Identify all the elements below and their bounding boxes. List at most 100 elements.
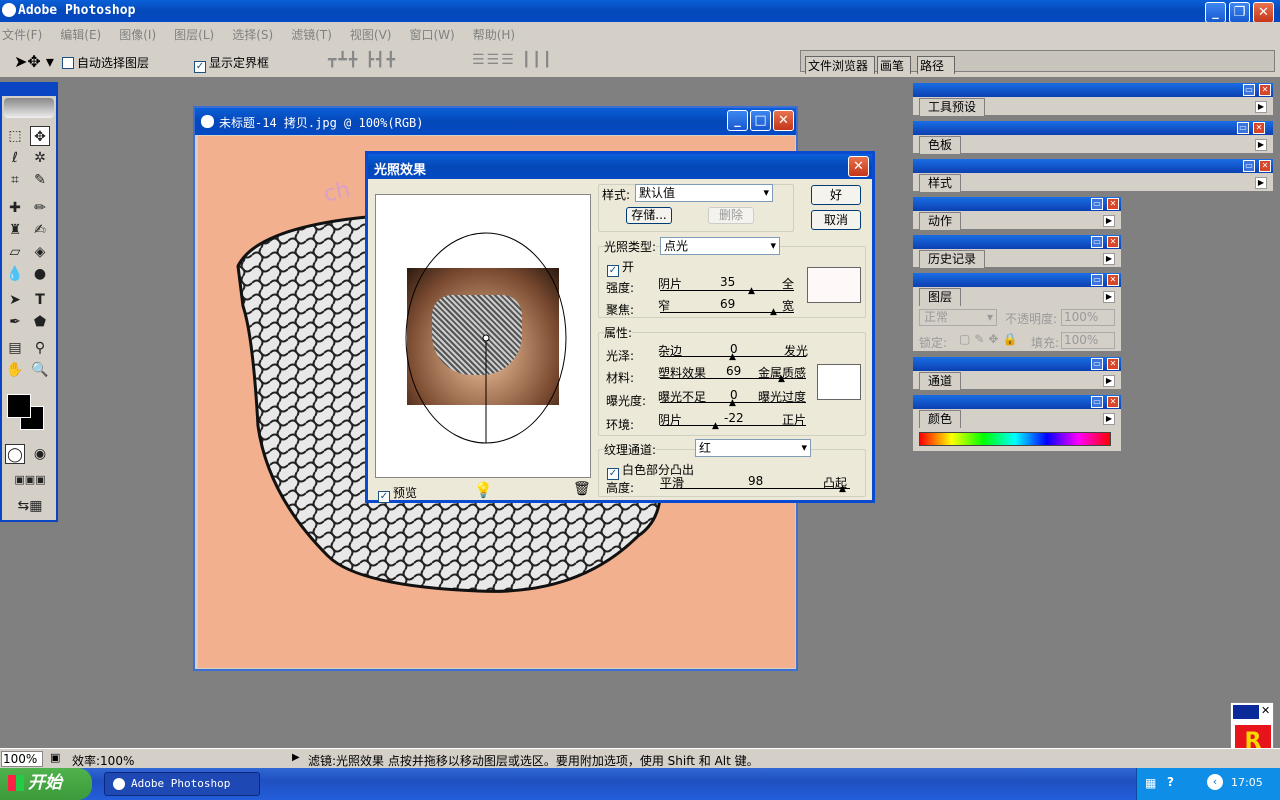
keyboard-icon[interactable]: ▦ xyxy=(1145,776,1156,790)
menu-edit[interactable]: 编辑(E) xyxy=(60,26,101,43)
save-button[interactable]: 存储... xyxy=(626,207,672,224)
type-tool-icon[interactable]: T xyxy=(30,290,50,310)
doc-minimize-button[interactable]: _ xyxy=(727,110,748,131)
pen-tool-icon[interactable]: ✒ xyxy=(5,312,25,332)
menu-view[interactable]: 视图(V) xyxy=(350,26,392,43)
panel-menu-arrow-icon[interactable]: ▶ xyxy=(1255,139,1267,151)
exposure-slider-thumb[interactable]: ▲ xyxy=(729,398,736,408)
status-arrow-icon[interactable]: ▶ xyxy=(292,752,300,763)
taskbar-photoshop-button[interactable]: Adobe Photoshop xyxy=(104,772,260,796)
brush-tool-icon[interactable]: ✏ xyxy=(30,198,50,218)
panel-menu-arrow-icon[interactable]: ▶ xyxy=(1103,375,1115,387)
tab-styles[interactable]: 样式 xyxy=(919,174,962,192)
blend-mode-select[interactable]: 正常 ▾ xyxy=(919,309,997,326)
zoom-tool-icon[interactable]: 🔍 xyxy=(30,360,50,380)
panel-close-icon[interactable]: ✕ xyxy=(1107,198,1119,210)
slice-tool-icon[interactable]: ✎ xyxy=(30,170,50,190)
height-slider-thumb[interactable]: ▲ xyxy=(839,484,846,494)
shape-tool-icon[interactable]: ⬟ xyxy=(30,312,50,332)
ambience-slider[interactable] xyxy=(660,425,806,426)
tray-expand-icon[interactable]: ‹ xyxy=(1207,774,1223,790)
panel-menu-arrow-icon[interactable]: ▶ xyxy=(1103,413,1115,425)
tab-swatches[interactable]: 色板 xyxy=(919,136,962,154)
light-on-check[interactable]: ✓ xyxy=(607,265,619,277)
blur-tool-icon[interactable]: 💧 xyxy=(5,264,25,284)
cancel-button[interactable]: 取消 xyxy=(811,210,861,230)
show-bounds-check[interactable]: ✓ xyxy=(194,61,206,73)
panel-close-icon[interactable]: ✕ xyxy=(1253,122,1265,134)
path-select-icon[interactable]: ➤ xyxy=(5,290,25,310)
show-bounds-checkbox[interactable]: ✓ 显示定界框 xyxy=(194,54,269,73)
lock-icons[interactable]: ▢✎✥🔒 xyxy=(959,332,1021,346)
panel-minimize-icon[interactable]: ▭ xyxy=(1091,396,1103,408)
intensity-slider[interactable] xyxy=(660,290,794,291)
ok-button[interactable]: 好 xyxy=(811,185,861,205)
magic-wand-icon[interactable]: ✲ xyxy=(30,148,50,168)
restore-button[interactable]: ❐ xyxy=(1229,2,1250,23)
doc-info-icon[interactable]: ▣ xyxy=(50,751,60,764)
eraser-tool-icon[interactable]: ▱ xyxy=(5,242,25,262)
preview-checkbox[interactable]: ✓ 预览 xyxy=(378,484,417,503)
doc-close-button[interactable]: ✕ xyxy=(773,110,794,131)
delete-button[interactable]: 删除 xyxy=(708,207,754,224)
minimize-button[interactable]: _ xyxy=(1205,2,1226,23)
crop-tool-icon[interactable]: ⌗ xyxy=(5,170,25,190)
paint-bucket-icon[interactable]: ◈ xyxy=(30,242,50,262)
move-tool-icon[interactable]: ➤✥ ▾ xyxy=(14,52,54,71)
lasso-tool-icon[interactable]: ℓ xyxy=(5,148,25,168)
menu-select[interactable]: 选择(S) xyxy=(232,26,273,43)
texture-channel-select[interactable]: 红 ▾ xyxy=(695,439,811,457)
panel-menu-arrow-icon[interactable]: ▶ xyxy=(1103,215,1115,227)
adobe-eye-icon[interactable] xyxy=(4,98,54,118)
focus-slider-thumb[interactable]: ▲ xyxy=(770,307,777,317)
tab-history[interactable]: 历史记录 xyxy=(919,250,986,268)
panel-menu-arrow-icon[interactable]: ▶ xyxy=(1255,177,1267,189)
align-buttons-icon[interactable]: ┳┻╋ ┣┫╋ xyxy=(328,52,397,68)
screen-mode-icon[interactable]: ▣▣▣ xyxy=(5,470,55,490)
help-icon[interactable]: ? xyxy=(1167,775,1174,789)
trash-icon[interactable]: 🗑 xyxy=(573,481,591,497)
menu-help[interactable]: 帮助(H) xyxy=(473,26,515,43)
hand-tool-icon[interactable]: ✋ xyxy=(5,360,25,380)
move-tool-icon-box[interactable]: ✥ xyxy=(30,126,50,146)
tab-layers[interactable]: 图层 xyxy=(919,288,962,306)
fill-field[interactable]: 100% xyxy=(1061,332,1115,349)
height-slider[interactable] xyxy=(660,488,850,489)
material-slider-thumb[interactable]: ▲ xyxy=(778,374,785,384)
jump-to-imageready-icon[interactable]: ⇆▦ xyxy=(5,496,55,516)
eyedropper-icon[interactable]: ⚲ xyxy=(30,338,50,358)
gloss-slider-thumb[interactable]: ▲ xyxy=(729,352,736,362)
material-color-swatch[interactable] xyxy=(817,364,861,400)
panel-minimize-icon[interactable]: ▭ xyxy=(1091,274,1103,286)
foreground-color-swatch[interactable] xyxy=(7,394,31,418)
opacity-field[interactable]: 100% xyxy=(1061,309,1115,326)
panel-minimize-icon[interactable]: ▭ xyxy=(1237,122,1249,134)
light-color-swatch[interactable] xyxy=(807,267,861,303)
panel-minimize-icon[interactable]: ▭ xyxy=(1091,358,1103,370)
palette-tab-brushes[interactable]: 画笔 xyxy=(877,56,912,74)
palette-tab-paths[interactable]: 路径 xyxy=(917,56,956,74)
menu-file[interactable]: 文件(F) xyxy=(2,26,42,43)
marquee-tool-icon[interactable]: ⬚ xyxy=(5,126,25,146)
auto-select-checkbox[interactable]: 自动选择图层 xyxy=(62,54,149,71)
tab-actions[interactable]: 动作 xyxy=(919,212,962,230)
style-select[interactable]: 默认值 ▾ xyxy=(635,184,773,202)
menu-image[interactable]: 图像(I) xyxy=(119,26,156,43)
menu-window[interactable]: 窗口(W) xyxy=(409,26,454,43)
auto-select-check[interactable] xyxy=(62,57,74,69)
intensity-slider-thumb[interactable]: ▲ xyxy=(748,286,755,296)
light-on-checkbox[interactable]: ✓ 开 xyxy=(607,258,634,277)
ambience-slider-thumb[interactable]: ▲ xyxy=(712,421,719,431)
dialog-close-button[interactable]: ✕ xyxy=(848,156,869,177)
tab-color[interactable]: 颜色 xyxy=(919,410,962,428)
panel-close-icon[interactable]: ✕ xyxy=(1107,274,1119,286)
doc-maximize-button[interactable]: □ xyxy=(750,110,771,131)
panel-minimize-icon[interactable]: ▭ xyxy=(1243,160,1255,172)
panel-menu-arrow-icon[interactable]: ▶ xyxy=(1103,253,1115,265)
zoom-field[interactable]: 100% xyxy=(1,751,43,767)
panel-menu-arrow-icon[interactable]: ▶ xyxy=(1255,101,1267,113)
panel-close-icon[interactable]: ✕ xyxy=(1107,358,1119,370)
lightbulb-icon[interactable]: 💡 xyxy=(474,481,493,499)
palette-tab-file-browser[interactable]: 文件浏览器 xyxy=(805,56,876,74)
menu-layer[interactable]: 图层(L) xyxy=(174,26,214,43)
